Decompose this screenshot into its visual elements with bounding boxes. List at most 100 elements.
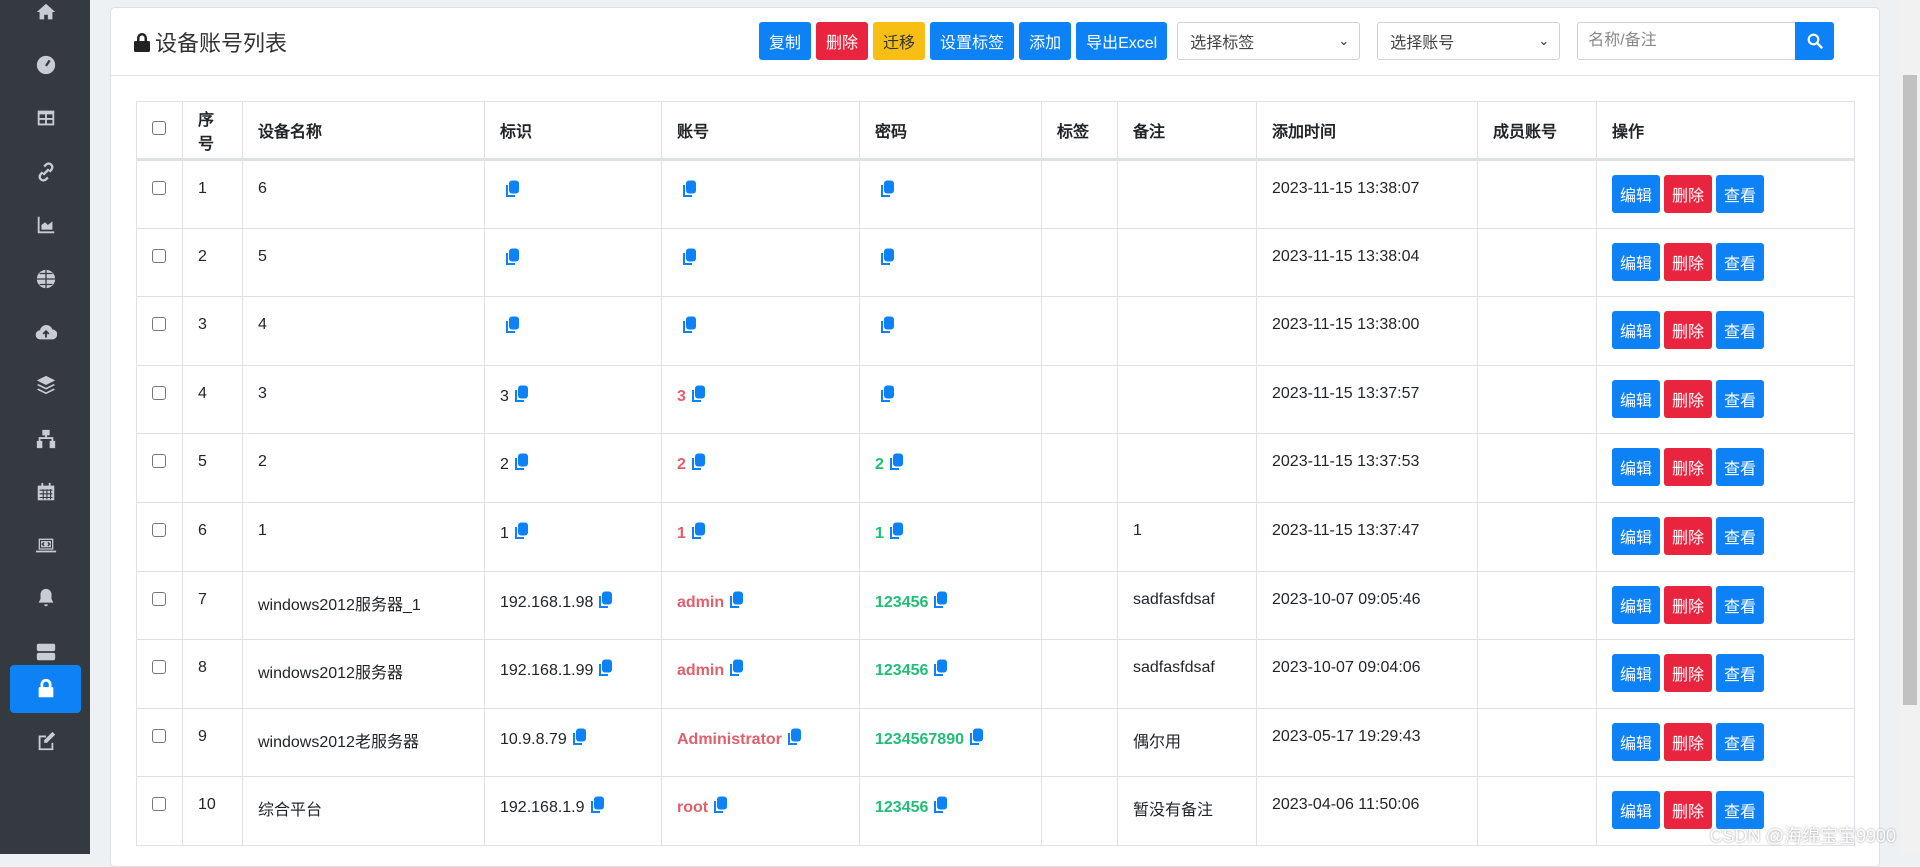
delete-row-button[interactable]: 删除 xyxy=(1664,242,1713,281)
delete-row-button[interactable]: 删除 xyxy=(1664,791,1713,830)
edit-button[interactable]: 编辑 xyxy=(1612,654,1661,693)
copy-icon[interactable] xyxy=(513,453,529,471)
copy-icon[interactable] xyxy=(879,316,895,334)
delete-row-button[interactable]: 删除 xyxy=(1664,175,1713,213)
delete-row-button[interactable]: 删除 xyxy=(1664,516,1713,555)
edit-button[interactable]: 编辑 xyxy=(1612,242,1661,281)
sidebar-item-dashboard[interactable] xyxy=(10,41,81,89)
sidebar-item-link[interactable] xyxy=(10,148,81,196)
row-checkbox[interactable] xyxy=(152,454,166,469)
view-button[interactable]: 查看 xyxy=(1716,242,1765,281)
view-button[interactable]: 查看 xyxy=(1716,516,1765,555)
sidebar-item-network[interactable] xyxy=(10,415,81,463)
edit-button[interactable]: 编辑 xyxy=(1612,175,1661,213)
copy-icon[interactable] xyxy=(888,522,904,539)
scrollbar-thumb[interactable] xyxy=(1903,75,1917,705)
copy-icon[interactable] xyxy=(589,796,605,814)
search-button[interactable] xyxy=(1795,22,1835,60)
copy-icon[interactable] xyxy=(504,248,520,265)
copy-icon[interactable] xyxy=(690,522,706,539)
add-button[interactable]: 添加 xyxy=(1019,22,1072,60)
delete-button[interactable]: 删除 xyxy=(816,22,869,60)
copy-icon[interactable] xyxy=(597,591,613,608)
delete-row-button[interactable]: 删除 xyxy=(1664,654,1713,693)
copy-icon[interactable] xyxy=(513,385,529,402)
copy-icon[interactable] xyxy=(513,522,529,539)
sidebar-item-table[interactable] xyxy=(10,94,81,142)
view-button[interactable]: 查看 xyxy=(1716,722,1765,761)
account-select[interactable]: 选择账号 ⌄ xyxy=(1377,22,1561,60)
export-excel-button[interactable]: 导出Excel xyxy=(1076,22,1168,60)
row-checkbox[interactable] xyxy=(152,317,166,332)
copy-icon[interactable] xyxy=(597,659,613,677)
edit-button[interactable]: 编辑 xyxy=(1612,311,1661,350)
copy-icon[interactable] xyxy=(932,659,948,677)
sidebar-item-bell[interactable] xyxy=(10,574,81,622)
delete-row-button[interactable]: 删除 xyxy=(1664,722,1713,761)
scrollbar[interactable] xyxy=(1900,0,1920,854)
copy-icon[interactable] xyxy=(681,180,697,197)
copy-icon[interactable] xyxy=(879,385,895,402)
copy-icon[interactable] xyxy=(879,180,895,197)
copy-icon[interactable] xyxy=(888,453,904,471)
view-button[interactable]: 查看 xyxy=(1716,311,1765,350)
row-checkbox[interactable] xyxy=(152,522,166,537)
sidebar-item-layers[interactable] xyxy=(10,361,81,409)
copy-icon[interactable] xyxy=(932,796,948,814)
copy-icon[interactable] xyxy=(879,248,895,265)
edit-button[interactable]: 编辑 xyxy=(1612,516,1661,555)
account-cell: 2 xyxy=(661,433,860,503)
edit-button[interactable]: 编辑 xyxy=(1612,379,1661,418)
view-button[interactable]: 查看 xyxy=(1716,448,1765,487)
delete-row-button[interactable]: 删除 xyxy=(1664,448,1713,487)
sidebar-item-calendar[interactable] xyxy=(10,468,81,516)
sidebar-item-chart-area[interactable] xyxy=(10,201,81,249)
copy-icon[interactable] xyxy=(786,728,802,745)
select-all-checkbox[interactable] xyxy=(152,120,166,135)
password-cell: 1234567890 xyxy=(859,707,1042,778)
view-button[interactable]: 查看 xyxy=(1716,175,1765,213)
row-checkbox[interactable] xyxy=(152,728,166,743)
copy-icon[interactable] xyxy=(690,453,706,471)
copy-icon[interactable] xyxy=(681,316,697,334)
edit-button[interactable]: 编辑 xyxy=(1612,448,1661,487)
copy-icon[interactable] xyxy=(504,180,520,197)
copy-icon[interactable] xyxy=(932,591,948,608)
copy-icon[interactable] xyxy=(712,796,728,814)
sidebar-item-edit[interactable] xyxy=(10,717,81,765)
edit-button[interactable]: 编辑 xyxy=(1612,585,1661,624)
delete-row-button[interactable]: 删除 xyxy=(1664,379,1713,418)
sidebar-item-globe[interactable] xyxy=(10,255,81,303)
copy-icon[interactable] xyxy=(728,659,744,677)
row-checkbox[interactable] xyxy=(152,248,166,263)
row-checkbox[interactable] xyxy=(152,591,166,606)
copy-icon[interactable] xyxy=(504,316,520,334)
sidebar-item-home[interactable] xyxy=(10,0,81,36)
copy-icon[interactable] xyxy=(968,728,984,745)
search-input[interactable] xyxy=(1577,22,1796,60)
sidebar-item-lock[interactable] xyxy=(10,665,81,713)
copy-icon[interactable] xyxy=(681,248,697,265)
row-checkbox[interactable] xyxy=(152,660,166,675)
view-button[interactable]: 查看 xyxy=(1716,585,1765,624)
delete-row-button[interactable]: 删除 xyxy=(1664,311,1713,350)
tag-select[interactable]: 选择标签 ⌄ xyxy=(1177,22,1361,60)
copy-icon[interactable] xyxy=(571,728,587,745)
copy-icon[interactable] xyxy=(728,591,744,608)
search-icon xyxy=(1807,33,1823,49)
view-button[interactable]: 查看 xyxy=(1716,654,1765,693)
sidebar-item-cloud-upload[interactable] xyxy=(10,309,81,357)
row-checkbox[interactable] xyxy=(152,385,166,400)
edit-button[interactable]: 编辑 xyxy=(1612,722,1661,761)
row-checkbox[interactable] xyxy=(152,797,166,812)
delete-row-button[interactable]: 删除 xyxy=(1664,585,1713,624)
header-select-all[interactable] xyxy=(136,101,183,161)
copy-button[interactable]: 复制 xyxy=(759,22,812,60)
migrate-button[interactable]: 迁移 xyxy=(873,22,926,60)
copy-icon[interactable] xyxy=(690,385,706,402)
set-tag-button[interactable]: 设置标签 xyxy=(930,22,1015,60)
row-checkbox[interactable] xyxy=(152,181,166,195)
edit-button[interactable]: 编辑 xyxy=(1612,791,1661,830)
view-button[interactable]: 查看 xyxy=(1716,379,1765,418)
sidebar-item-laptop-code[interactable] xyxy=(10,522,81,570)
